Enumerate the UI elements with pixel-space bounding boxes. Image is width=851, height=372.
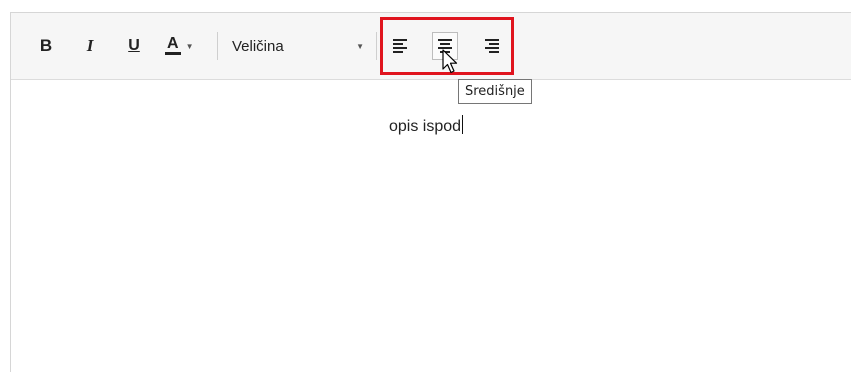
chevron-down-icon: ▼ bbox=[356, 41, 364, 51]
content-line: opis ispod bbox=[389, 115, 464, 136]
font-color-button[interactable]: A ▼ bbox=[165, 33, 209, 59]
font-size-value: Veličina bbox=[232, 37, 284, 55]
align-center-tooltip: Središnje bbox=[458, 79, 532, 104]
font-size-dropdown[interactable]: Veličina ▼ bbox=[232, 33, 366, 59]
align-right-button[interactable] bbox=[478, 32, 504, 60]
italic-button[interactable]: I bbox=[79, 33, 101, 59]
align-left-icon bbox=[393, 39, 407, 53]
align-right-icon bbox=[485, 39, 499, 53]
chevron-down-icon: ▼ bbox=[185, 41, 194, 51]
underline-button[interactable]: U bbox=[123, 33, 145, 59]
align-left-button[interactable] bbox=[388, 32, 414, 60]
font-color-label: A bbox=[165, 36, 181, 55]
toolbar-separator bbox=[217, 32, 218, 60]
mouse-pointer-icon bbox=[442, 49, 458, 74]
editor-toolbar: B I U A ▼ Veličina ▼ bbox=[11, 13, 851, 80]
content-text: opis ispod bbox=[389, 118, 462, 135]
rich-text-editor: B I U A ▼ Veličina ▼ Središnje opis ispo… bbox=[10, 12, 851, 372]
bold-button[interactable]: B bbox=[35, 33, 57, 59]
text-caret bbox=[462, 115, 464, 134]
toolbar-separator bbox=[376, 32, 377, 60]
